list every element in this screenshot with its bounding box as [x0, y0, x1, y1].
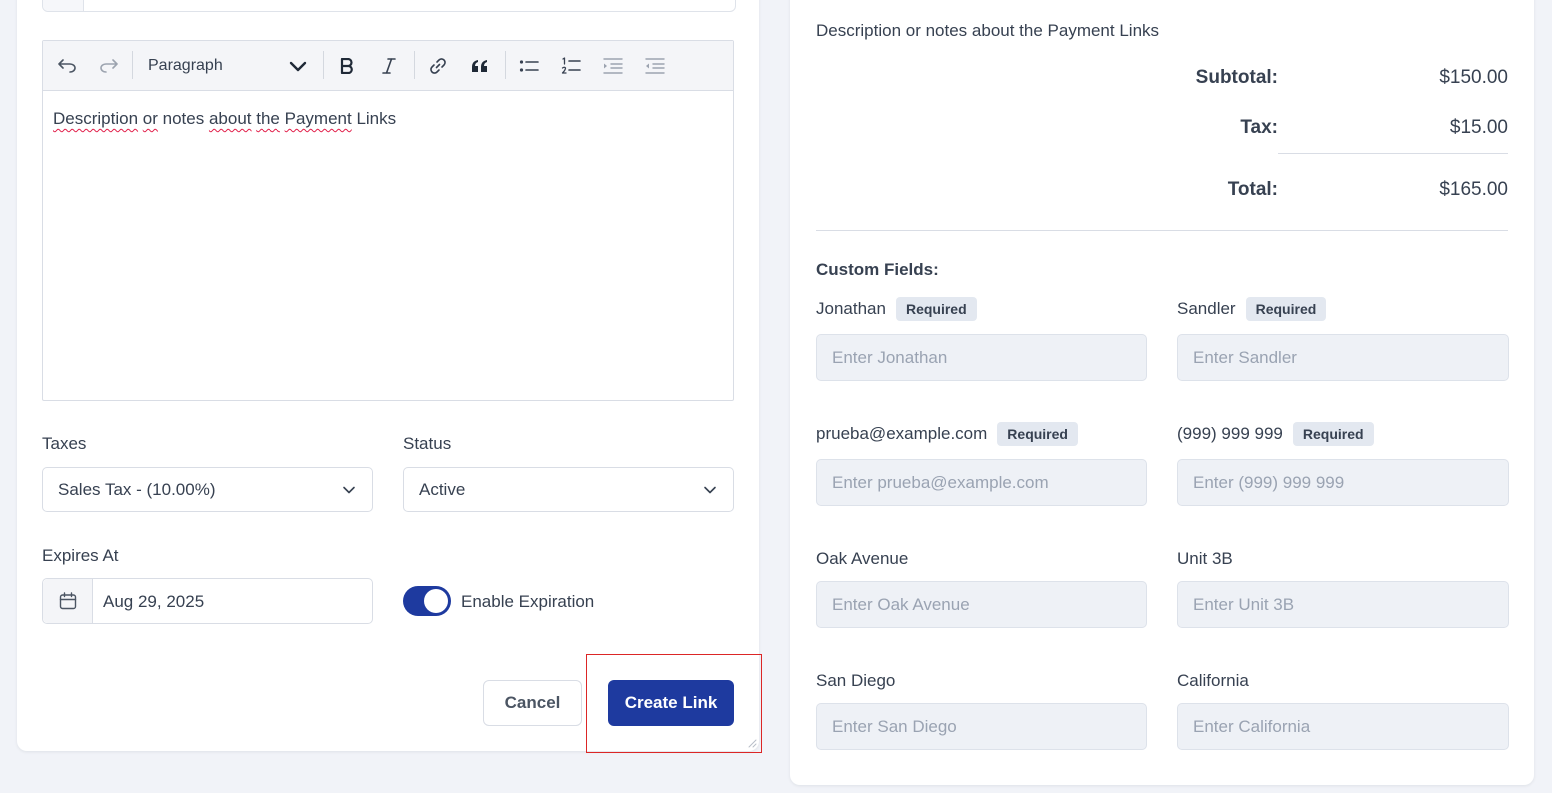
bold-icon[interactable]	[335, 41, 359, 90]
custom-field-label-text: Unit 3B	[1177, 549, 1233, 568]
required-badge: Required	[1292, 422, 1374, 446]
custom-field-label-text: prueba@example.com	[816, 424, 988, 443]
custom-field-label-text: (999) 999 999	[1177, 424, 1283, 443]
required-badge: Required	[997, 422, 1078, 446]
custom-field-input-sandler[interactable]	[1177, 334, 1509, 381]
custom-field-label: Unit 3B	[1177, 549, 1233, 569]
editor-word: Description	[53, 109, 139, 128]
toolbar-divider	[414, 51, 415, 79]
tax-label: Tax:	[1240, 117, 1278, 138]
editor-word: Payment	[284, 109, 352, 128]
status-label: Status	[403, 434, 452, 453]
highlight-annotation-box	[586, 654, 762, 753]
taxes-selected-value: Sales Tax - (10.00%)	[58, 479, 216, 499]
custom-field-input-state[interactable]	[1177, 703, 1509, 750]
editor-toolbar: Paragraph	[43, 41, 733, 91]
numbered-list-icon[interactable]	[559, 41, 583, 90]
custom-field-label: San Diego	[816, 671, 895, 691]
enable-expiration-toggle[interactable]	[403, 586, 451, 616]
custom-field-input-city[interactable]	[816, 703, 1147, 750]
tax-value: $15.00	[1449, 117, 1508, 138]
blockquote-icon[interactable]	[468, 41, 492, 90]
custom-field-input-street[interactable]	[816, 581, 1147, 628]
redo-icon[interactable]	[97, 41, 121, 90]
link-icon[interactable]	[426, 41, 450, 90]
custom-field-label-text: California	[1177, 671, 1249, 690]
custom-field-input-phone[interactable]	[1177, 459, 1509, 506]
custom-field-label: Jonathan Required	[816, 297, 977, 321]
custom-field-label: California	[1177, 671, 1249, 691]
taxes-select[interactable]: Sales Tax - (10.00%)	[42, 467, 373, 512]
taxes-label: Taxes	[42, 434, 87, 453]
subtotal-label: Subtotal:	[1195, 67, 1278, 88]
toolbar-divider	[323, 51, 324, 79]
editor-word: the	[256, 109, 280, 128]
required-badge: Required	[895, 297, 977, 321]
undo-icon[interactable]	[55, 41, 79, 90]
custom-fields-heading: Custom Fields:	[816, 260, 939, 279]
editor-word: notes	[162, 109, 205, 128]
custom-field-input-jonathan[interactable]	[816, 334, 1147, 381]
custom-field-label: prueba@example.com Required	[816, 422, 1078, 446]
chevron-down-icon	[704, 486, 716, 494]
custom-field-label-text: Sandler	[1177, 299, 1236, 318]
expires-at-value: Aug 29, 2025	[103, 592, 205, 611]
custom-field-label: (999) 999 999 Required	[1177, 422, 1374, 446]
expires-at-datepicker[interactable]: Aug 29, 2025	[42, 578, 373, 624]
custom-field-input-unit[interactable]	[1177, 581, 1509, 628]
editor-word: Links	[356, 109, 397, 128]
custom-field-label-text: Jonathan	[816, 299, 886, 318]
italic-icon[interactable]	[377, 41, 401, 90]
calendar-icon[interactable]	[43, 579, 93, 623]
required-badge: Required	[1245, 297, 1327, 321]
paragraph-style-label: Paragraph	[148, 56, 223, 74]
custom-field-label: Oak Avenue	[816, 549, 908, 569]
editor-word: or	[142, 109, 158, 128]
total-label: Total:	[1227, 179, 1278, 200]
total-value: $165.00	[1439, 179, 1508, 200]
outdent-icon[interactable]	[643, 41, 667, 90]
editor-content-area[interactable]: Description or notes about the Payment L…	[43, 91, 733, 147]
custom-field-label: Sandler Required	[1177, 297, 1327, 321]
chevron-down-icon[interactable]	[283, 41, 313, 90]
bullet-list-icon[interactable]	[517, 41, 541, 90]
top-input-prefix	[43, 0, 84, 11]
preview-description: Description or notes about the Payment L…	[816, 21, 1160, 40]
toggle-knob	[424, 589, 448, 613]
chevron-down-icon	[343, 486, 355, 494]
indent-icon[interactable]	[601, 41, 625, 90]
section-divider	[816, 230, 1508, 231]
status-select[interactable]: Active	[403, 467, 734, 512]
totals-divider	[1278, 153, 1508, 154]
custom-field-input-email[interactable]	[816, 459, 1147, 506]
description-editor: Paragraph Description or notes about the…	[42, 40, 734, 401]
subtotal-value: $150.00	[1439, 67, 1508, 88]
top-input-field[interactable]	[42, 0, 736, 12]
toolbar-divider	[132, 51, 133, 79]
resize-grip-icon[interactable]	[747, 738, 757, 748]
editor-word: about	[208, 109, 252, 128]
expires-at-label: Expires At	[42, 546, 119, 565]
custom-field-label-text: San Diego	[816, 671, 896, 690]
custom-field-label-text: Oak Avenue	[816, 549, 909, 568]
status-selected-value: Active	[419, 479, 466, 499]
toolbar-divider	[505, 51, 506, 79]
enable-expiration-label: Enable Expiration	[461, 592, 595, 611]
cancel-button[interactable]: Cancel	[483, 680, 582, 726]
